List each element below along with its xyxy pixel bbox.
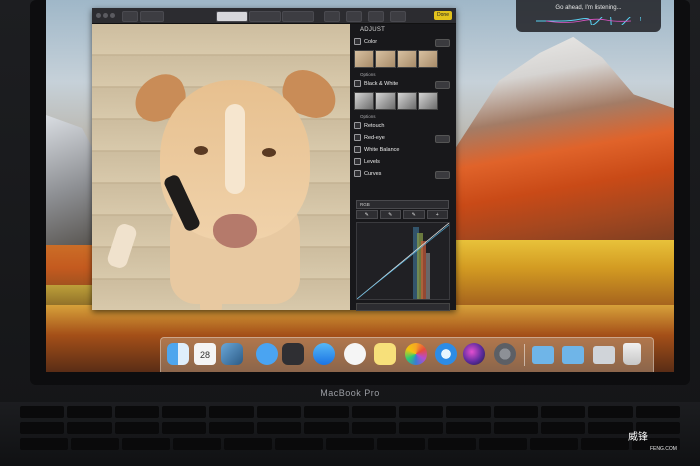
curves-add-point-button[interactable] (356, 303, 450, 311)
rotate-button[interactable] (346, 11, 362, 22)
retouch-checkbox[interactable] (354, 122, 361, 130)
curves-graph[interactable] (356, 222, 450, 300)
info-button[interactable] (122, 11, 138, 22)
retouch-section[interactable]: Retouch (354, 122, 452, 131)
extensions-button[interactable] (390, 11, 406, 22)
desktop-screen: Go ahead, I'm listening... Done ADJUST C… (46, 0, 674, 372)
adjust-sidebar: ADJUST Color Options Black & White Optio… (350, 24, 456, 311)
black-white-section[interactable]: Black & White (354, 80, 452, 89)
color-options-label[interactable]: Options (360, 72, 376, 77)
red-eye-checkbox[interactable] (354, 134, 361, 142)
black-white-thumbnails[interactable] (354, 92, 438, 110)
zoom-window-button[interactable] (110, 13, 115, 18)
trash-icon[interactable] (623, 343, 641, 365)
curves-section[interactable]: Curves (354, 170, 452, 179)
itunes-icon[interactable] (344, 343, 366, 365)
curves-channel-select[interactable]: RGB (356, 200, 449, 209)
color-thumbnails[interactable] (354, 50, 438, 68)
safari-icon[interactable] (435, 343, 457, 365)
messages-icon[interactable] (256, 343, 278, 365)
finder-icon[interactable] (167, 343, 189, 365)
black-point-eyedropper-icon[interactable]: ✎ (356, 210, 378, 219)
app-store-icon[interactable] (313, 343, 335, 365)
keyboard-row (20, 438, 680, 450)
red-eye-label: Red-eye (364, 135, 385, 141)
wallpaper-forest (450, 240, 674, 310)
black-white-options-label[interactable]: Options (360, 114, 376, 119)
color-section[interactable]: Color (354, 38, 452, 47)
red-eye-auto-button[interactable] (435, 135, 450, 143)
black-white-label: Black & White (364, 81, 399, 87)
photos-editor-window: Done ADJUST Color Options Black & White … (92, 8, 456, 311)
dog-nose (213, 214, 257, 248)
photos-icon[interactable] (405, 343, 427, 365)
curves-auto-button[interactable] (435, 171, 450, 179)
levels-label: Levels (364, 159, 380, 165)
photos-toolbar: Done (92, 8, 456, 24)
color-checkbox[interactable] (354, 38, 361, 46)
add-point-icon[interactable]: + (426, 210, 448, 219)
curves-eyedropper-tools: ✎ ✎ ✎ + (356, 210, 448, 219)
gray-point-eyedropper-icon[interactable]: ✎ (379, 210, 401, 219)
notes-icon[interactable] (374, 343, 396, 365)
tab-adjust[interactable] (216, 11, 248, 22)
red-eye-section[interactable]: Red-eye (354, 134, 452, 143)
keyboard-row (20, 422, 681, 434)
folder-icon[interactable] (532, 346, 554, 364)
photo-booth-icon[interactable] (282, 343, 304, 365)
dog-eye-right (262, 148, 276, 157)
enhance-button[interactable] (368, 11, 384, 22)
white-balance-section[interactable]: White Balance (354, 146, 452, 155)
black-white-auto-button[interactable] (435, 81, 450, 89)
dog-eye-left (194, 146, 208, 155)
siri-waveform-icon (536, 17, 641, 25)
siri-panel[interactable]: Go ahead, I'm listening... (516, 0, 661, 32)
white-balance-checkbox[interactable] (354, 146, 361, 154)
laptop: Go ahead, I'm listening... Done ADJUST C… (0, 0, 700, 466)
levels-checkbox[interactable] (354, 158, 361, 166)
color-label: Color (364, 39, 378, 45)
keyboard (0, 402, 700, 466)
downloads-icon[interactable] (593, 346, 615, 364)
siri-icon[interactable] (463, 343, 485, 365)
dog-paw-left (105, 221, 139, 271)
black-white-checkbox[interactable] (354, 80, 361, 88)
close-window-button[interactable] (96, 13, 101, 18)
keyboard-row (20, 406, 681, 418)
photo-canvas[interactable] (92, 24, 350, 310)
white-point-eyedropper-icon[interactable]: ✎ (403, 210, 425, 219)
calendar-icon[interactable]: 28 (194, 343, 216, 365)
minimize-window-button[interactable] (103, 13, 108, 18)
folder-icon[interactable] (562, 346, 584, 364)
retouch-label: Retouch (364, 123, 385, 129)
dock-separator (524, 344, 525, 366)
adjust-title: ADJUST (360, 27, 386, 33)
zoom-slider[interactable] (140, 11, 164, 22)
system-preferences-icon[interactable] (494, 343, 516, 365)
color-auto-button[interactable] (435, 39, 450, 47)
tab-crop[interactable] (282, 11, 314, 22)
dog-paw-right (200, 274, 222, 310)
preview-icon[interactable] (221, 343, 243, 365)
done-button[interactable]: Done (434, 11, 452, 20)
calendar-day: 28 (199, 350, 210, 360)
levels-section[interactable]: Levels (354, 158, 452, 167)
watermark-subtext: FENG.COM (650, 446, 677, 452)
dog-blaze (225, 104, 245, 194)
siri-prompt: Go ahead, I'm listening... (555, 5, 622, 11)
curves-label: Curves (364, 171, 382, 177)
wallpaper-mountain-right (450, 36, 674, 260)
curves-checkbox[interactable] (354, 170, 361, 178)
tab-filters[interactable] (249, 11, 281, 22)
dock: 28 (160, 337, 654, 372)
laptop-brand-label: MacBook Pro (320, 388, 380, 398)
favorite-button[interactable] (324, 11, 340, 22)
white-balance-label: White Balance (364, 147, 400, 153)
